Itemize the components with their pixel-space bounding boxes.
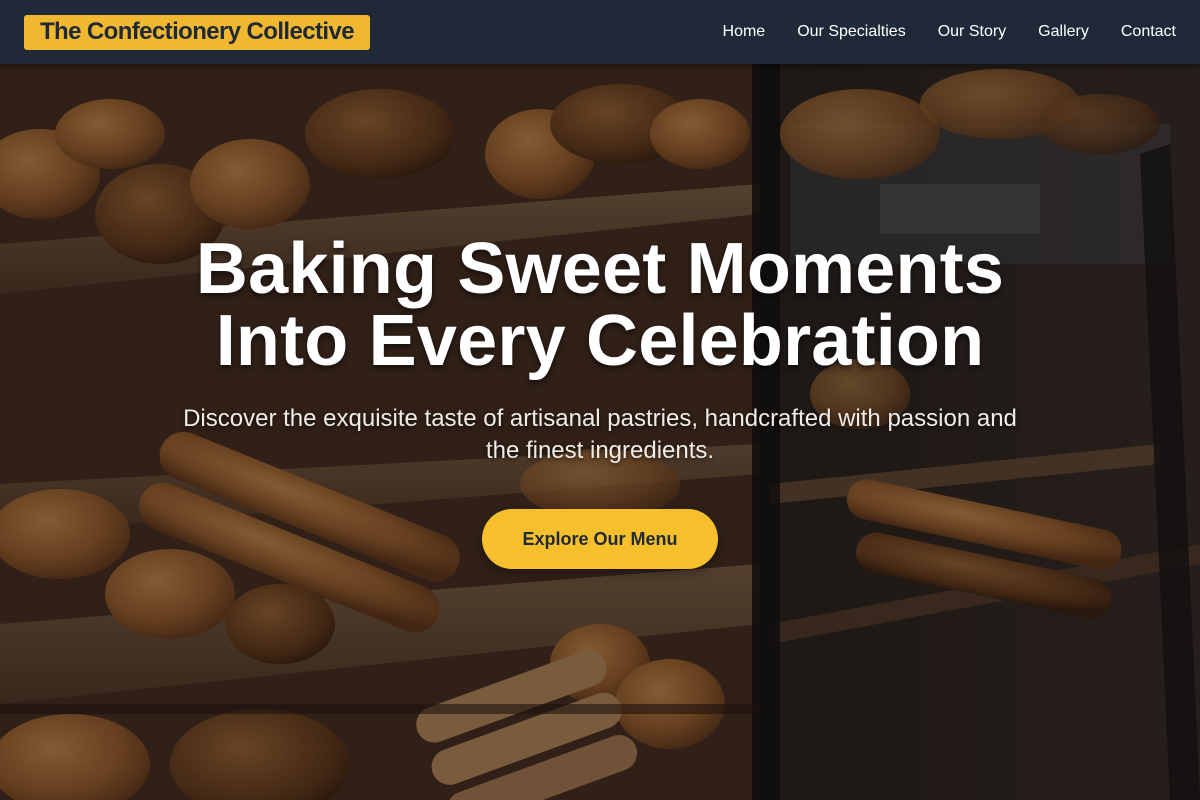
nav-link-story[interactable]: Our Story: [938, 23, 1006, 40]
nav-link-specialties[interactable]: Our Specialties: [797, 23, 906, 40]
hero-content: Baking Sweet Moments Into Every Celebrat…: [0, 64, 1200, 800]
nav-item-specialties: Our Specialties: [797, 23, 906, 41]
main-nav: Home Our Specialties Our Story Gallery C…: [723, 23, 1176, 41]
nav-item-story: Our Story: [938, 23, 1006, 41]
hero-title-line-2: Into Every Celebration: [215, 301, 985, 381]
nav-link-contact[interactable]: Contact: [1121, 23, 1176, 40]
hero-title-line-1: Baking Sweet Moments: [195, 229, 1005, 309]
nav-links: Home Our Specialties Our Story Gallery C…: [723, 23, 1176, 41]
nav-item-contact: Contact: [1121, 23, 1176, 41]
site-logo[interactable]: The Confectionery Collective: [24, 14, 370, 50]
site-header: The Confectionery Collective Home Our Sp…: [0, 0, 1200, 64]
hero-subtitle: Discover the exquisite taste of artisana…: [183, 405, 1017, 464]
explore-menu-button[interactable]: Explore Our Menu: [482, 509, 718, 569]
nav-item-home: Home: [723, 23, 766, 41]
hero-section: Baking Sweet Moments Into Every Celebrat…: [0, 64, 1200, 800]
nav-item-gallery: Gallery: [1038, 23, 1089, 41]
nav-link-gallery[interactable]: Gallery: [1038, 23, 1089, 40]
nav-link-home[interactable]: Home: [723, 23, 766, 40]
hero-title: Baking Sweet Moments Into Every Celebrat…: [150, 233, 1050, 377]
